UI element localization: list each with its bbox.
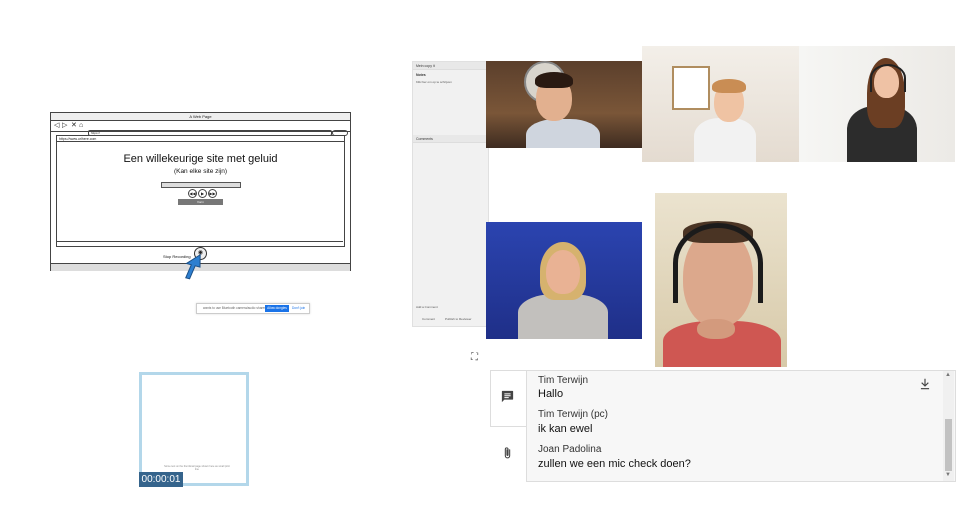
chat-message: ik kan ewel [538, 423, 593, 435]
participant-body [526, 119, 600, 148]
fullscreen-icon[interactable]: ⛶ [469, 352, 480, 363]
comments-label: Comments [413, 135, 488, 143]
fast-forward-icon: ▶▶ [208, 189, 217, 198]
download-icon[interactable] [918, 377, 932, 391]
wall-picture [672, 66, 710, 110]
document-panel: Mein copy it Notes Klik hier om op te sc… [412, 61, 489, 327]
scroll-down-icon[interactable]: ▼ [945, 472, 951, 478]
wireframe-browser: A Web Page ◁ ▷ ✕ ⌂ https:// https://www.… [50, 112, 351, 271]
participant-head [546, 250, 580, 294]
wireframe-address: https://www.urlhere.com [57, 136, 344, 142]
headphones-icon [673, 223, 763, 303]
notes-text[interactable]: Klik hier om op te schrijven [416, 80, 452, 84]
video-tile-1[interactable] [486, 61, 642, 148]
chat-sender: Tim Terwijn (pc) [538, 409, 609, 420]
chat-message: Hallo [538, 388, 564, 400]
participant-hair [712, 79, 746, 93]
video-tile-2[interactable] [642, 46, 799, 162]
participant-body [694, 118, 756, 162]
permission-bar: wants to use Bluetooth camera/audio shar… [196, 303, 310, 314]
chat-sender: Tim Terwijn [538, 375, 589, 386]
wireframe-heading: Een willekeurige site met geluid [123, 153, 278, 165]
wireframe-nav-bar: ◁ ▷ ✕ ⌂ https:// [51, 121, 350, 136]
doc-title: Mein copy it [413, 62, 488, 70]
recording-timer: 00:00:01 [139, 472, 183, 487]
page-thumbnail[interactable]: Some text on the thumbnail page shown he… [139, 372, 249, 486]
close-icon: ✕ [71, 122, 77, 129]
thumbnail-caption: Some text on the thumbnail page shown he… [164, 465, 230, 471]
wireframe-subheading: (Kan elke site zijn) [173, 168, 228, 175]
back-icon: ◁ [54, 122, 60, 129]
chat-panel: Tim Terwijn Hallo Tim Terwijn (pc) ik ka… [526, 370, 956, 482]
video-tile-5[interactable] [655, 193, 787, 367]
video-tile-3[interactable] [799, 46, 955, 162]
scroll-up-icon[interactable]: ▲ [945, 372, 951, 378]
participant-hand [697, 319, 735, 339]
rewind-icon: ◀◀ [188, 189, 197, 198]
paperclip-icon[interactable] [501, 445, 514, 461]
permission-text: wants to use Bluetooth camera/audio shar… [203, 306, 266, 310]
forward-icon: ▷ [62, 122, 68, 129]
wireframe-window-title: A Web Page [51, 113, 350, 121]
comment-button[interactable]: Comment [422, 317, 435, 321]
video-tile-4[interactable] [486, 222, 642, 339]
chat-sender: Joan Padolina [538, 444, 602, 455]
wireframe-content: https://www.urlhere.com Een willekeurige… [56, 135, 345, 247]
participant-hair [535, 72, 573, 88]
chat-icon[interactable] [500, 389, 515, 404]
play-icon: ▶ [198, 189, 207, 198]
notes-label: Notes [416, 73, 426, 77]
add-comment-field[interactable]: Add a Comment [416, 305, 438, 309]
wireframe-divider [56, 241, 343, 242]
publish-button[interactable]: Publish to Reviewer [445, 317, 472, 321]
deny-button[interactable]: Don't join [292, 304, 305, 313]
wireframe-button: Vorm [178, 199, 223, 205]
scrollbar-thumb[interactable] [945, 419, 952, 471]
pointer-arrow-icon [185, 253, 201, 280]
home-icon: ⌂ [79, 122, 84, 129]
participant-body [518, 294, 608, 339]
chat-scrollbar[interactable]: ▲ ▼ [943, 371, 954, 481]
chat-message: zullen we een mic check doen? [538, 458, 691, 470]
headphones-icon [870, 64, 906, 92]
wireframe-progress-bar [161, 182, 241, 188]
allow-button[interactable]: Allow dongles [265, 305, 289, 312]
